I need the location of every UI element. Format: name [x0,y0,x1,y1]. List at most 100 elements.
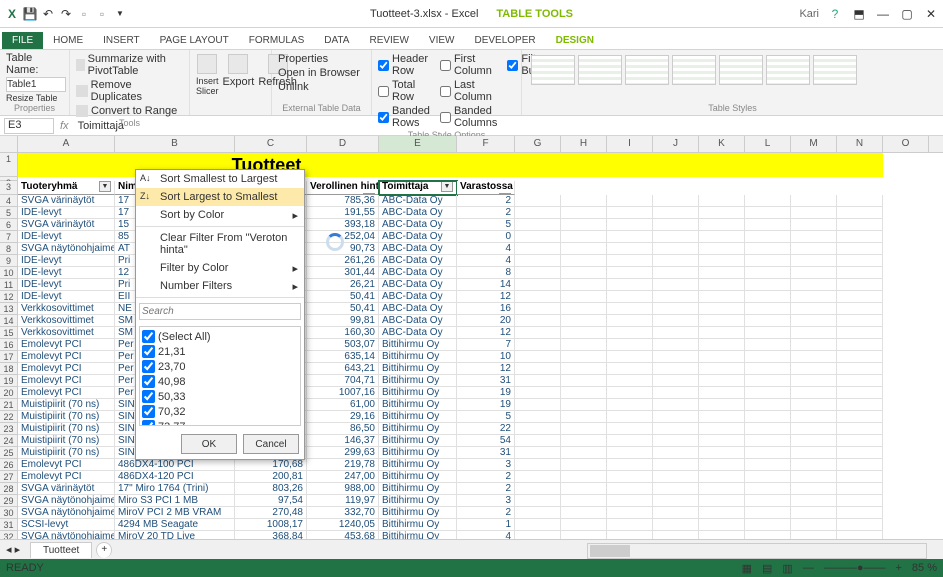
cell[interactable]: SCSI-levyt [18,519,115,531]
cell[interactable]: Bittihirmu Oy [379,459,457,471]
cell[interactable]: Verkkosovittimet [18,315,115,327]
cell[interactable]: 503,07 [307,339,379,351]
cell[interactable]: ABC-Data Oy [379,195,457,207]
cell[interactable]: Bittihirmu Oy [379,471,457,483]
cell[interactable]: 219,78 [307,459,379,471]
filter-item[interactable]: 23,70 [142,359,298,374]
col-header-h[interactable]: H [561,136,607,152]
cell[interactable]: 50,41 [307,291,379,303]
cell[interactable]: ABC-Data Oy [379,255,457,267]
qat-more-icon[interactable]: ▼ [112,6,128,22]
filter-search-input[interactable] [139,303,301,320]
table-style-option[interactable] [672,55,716,85]
insert-slicer-button[interactable]: Insert Slicer [196,54,219,96]
cell[interactable]: 97,54 [235,495,307,507]
filter-dropdown-icon[interactable]: ▼ [441,181,453,192]
new-sheet-button[interactable]: + [96,542,112,558]
cell[interactable]: 191,55 [307,207,379,219]
col-verollinen-header[interactable]: Verollinen hinta▼ [307,181,379,195]
cell[interactable]: Bittihirmu Oy [379,519,457,531]
cell[interactable]: ABC-Data Oy [379,291,457,303]
qat-icon-2[interactable]: ▫ [94,6,110,22]
cell[interactable]: 1007,16 [307,387,379,399]
cell[interactable]: Bittihirmu Oy [379,363,457,375]
filter-checklist[interactable]: (Select All) 21,31 23,70 40,98 50,33 70,… [139,326,301,426]
save-icon[interactable]: 💾 [22,6,38,22]
zoom-level[interactable]: 85 % [912,562,937,574]
cell[interactable]: Bittihirmu Oy [379,351,457,363]
cell[interactable]: ABC-Data Oy [379,267,457,279]
cell[interactable]: 299,63 [307,447,379,459]
table-name-input[interactable] [6,77,66,92]
cell[interactable]: IDE-levyt [18,291,115,303]
cell[interactable]: 4 [457,255,515,267]
cell[interactable]: 0 [457,231,515,243]
filter-ok-button[interactable]: OK [181,434,237,454]
cell[interactable]: 19 [457,399,515,411]
banded-rows-checkbox[interactable]: Banded Rows [378,104,430,130]
minimize-icon[interactable]: — [875,6,891,22]
cell[interactable]: 1240,05 [307,519,379,531]
banded-columns-checkbox[interactable]: Banded Columns [440,104,497,130]
tab-view[interactable]: VIEW [419,32,465,49]
help-icon[interactable]: ? [827,6,843,22]
cell[interactable]: 803,26 [235,483,307,495]
table-row[interactable]: 12IDE-levytEII50,41ABC-Data Oy12 [0,291,883,303]
cell[interactable]: IDE-levyt [18,231,115,243]
cell[interactable]: Bittihirmu Oy [379,387,457,399]
cell[interactable]: 20 [457,315,515,327]
cell[interactable]: Bittihirmu Oy [379,495,457,507]
cell[interactable]: Emolevyt PCI [18,363,115,375]
cell[interactable]: 160,30 [307,327,379,339]
zoom-in-button[interactable]: + [895,562,901,574]
cell[interactable]: 50,41 [307,303,379,315]
col-header-b[interactable]: B [115,136,235,152]
col-header-k[interactable]: K [699,136,745,152]
table-row[interactable]: 14VerkkosovittimetSM99,81ABC-Data Oy20 [0,315,883,327]
cell[interactable]: 170,68 [235,459,307,471]
col-header-j[interactable]: J [653,136,699,152]
cell[interactable]: Muistipiirit (70 ns) [18,411,115,423]
table-row[interactable]: 18Emolevyt PCIPer643,21Bittihirmu Oy12 [0,363,883,375]
table-row[interactable]: 26Emolevyt PCI486DX4-100 PCI170,68219,78… [0,459,883,471]
table-row[interactable]: 4SVGA värinäytöt17785,36ABC-Data Oy2 [0,195,883,207]
col-tuoteryhma-header[interactable]: Tuoteryhmä▼ [18,181,115,195]
cell[interactable]: 486DX4-100 PCI [115,459,235,471]
cell[interactable]: IDE-levyt [18,255,115,267]
cell[interactable]: 988,00 [307,483,379,495]
cell[interactable]: 61,00 [307,399,379,411]
resize-table-button[interactable]: Resize Table [6,93,63,103]
filter-cancel-button[interactable]: Cancel [243,434,299,454]
cell[interactable]: IDE-levyt [18,279,115,291]
col-header-a[interactable]: A [18,136,115,152]
cell[interactable]: 17" Miro 1764 (Trini) [115,483,235,495]
table-row[interactable]: 6SVGA värinäytöt15393,18ABC-Data Oy5 [0,219,883,231]
table-row[interactable]: 15VerkkosovittimetSM160,30ABC-Data Oy12 [0,327,883,339]
cell[interactable]: 86,50 [307,423,379,435]
table-row[interactable]: 8SVGA näytönohjaimetAT90,73ABC-Data Oy4 [0,243,883,255]
cell[interactable]: 4 [457,243,515,255]
table-row[interactable]: 13VerkkosovittimetNE50,41ABC-Data Oy16 [0,303,883,315]
view-layout-icon[interactable]: ▤ [762,562,772,575]
table-row[interactable]: 19Emolevyt PCIPer704,71Bittihirmu Oy31 [0,375,883,387]
cell[interactable]: 12 [457,363,515,375]
cell[interactable]: Bittihirmu Oy [379,411,457,423]
fx-icon[interactable]: fx [60,120,69,132]
cell[interactable]: 5 [457,411,515,423]
table-row[interactable]: 24Muistipiirit (70 ns)SIN146,37Bittihirm… [0,435,883,447]
table-row[interactable]: 27Emolevyt PCI486DX4-120 PCI200,81247,00… [0,471,883,483]
cell[interactable]: 54 [457,435,515,447]
cell[interactable]: 19 [457,387,515,399]
col-header-d[interactable]: D [307,136,379,152]
cell[interactable]: ABC-Data Oy [379,231,457,243]
cell[interactable]: 2 [457,207,515,219]
cell[interactable]: 2 [457,507,515,519]
cell[interactable]: Muistipiirit (70 ns) [18,447,115,459]
view-normal-icon[interactable]: ▦ [742,562,752,575]
cell[interactable]: 119,97 [307,495,379,507]
cell[interactable]: 2 [457,195,515,207]
last-column-checkbox[interactable]: Last Column [440,78,497,104]
cell[interactable]: Bittihirmu Oy [379,423,457,435]
cell[interactable]: 146,37 [307,435,379,447]
cell[interactable]: Bittihirmu Oy [379,339,457,351]
